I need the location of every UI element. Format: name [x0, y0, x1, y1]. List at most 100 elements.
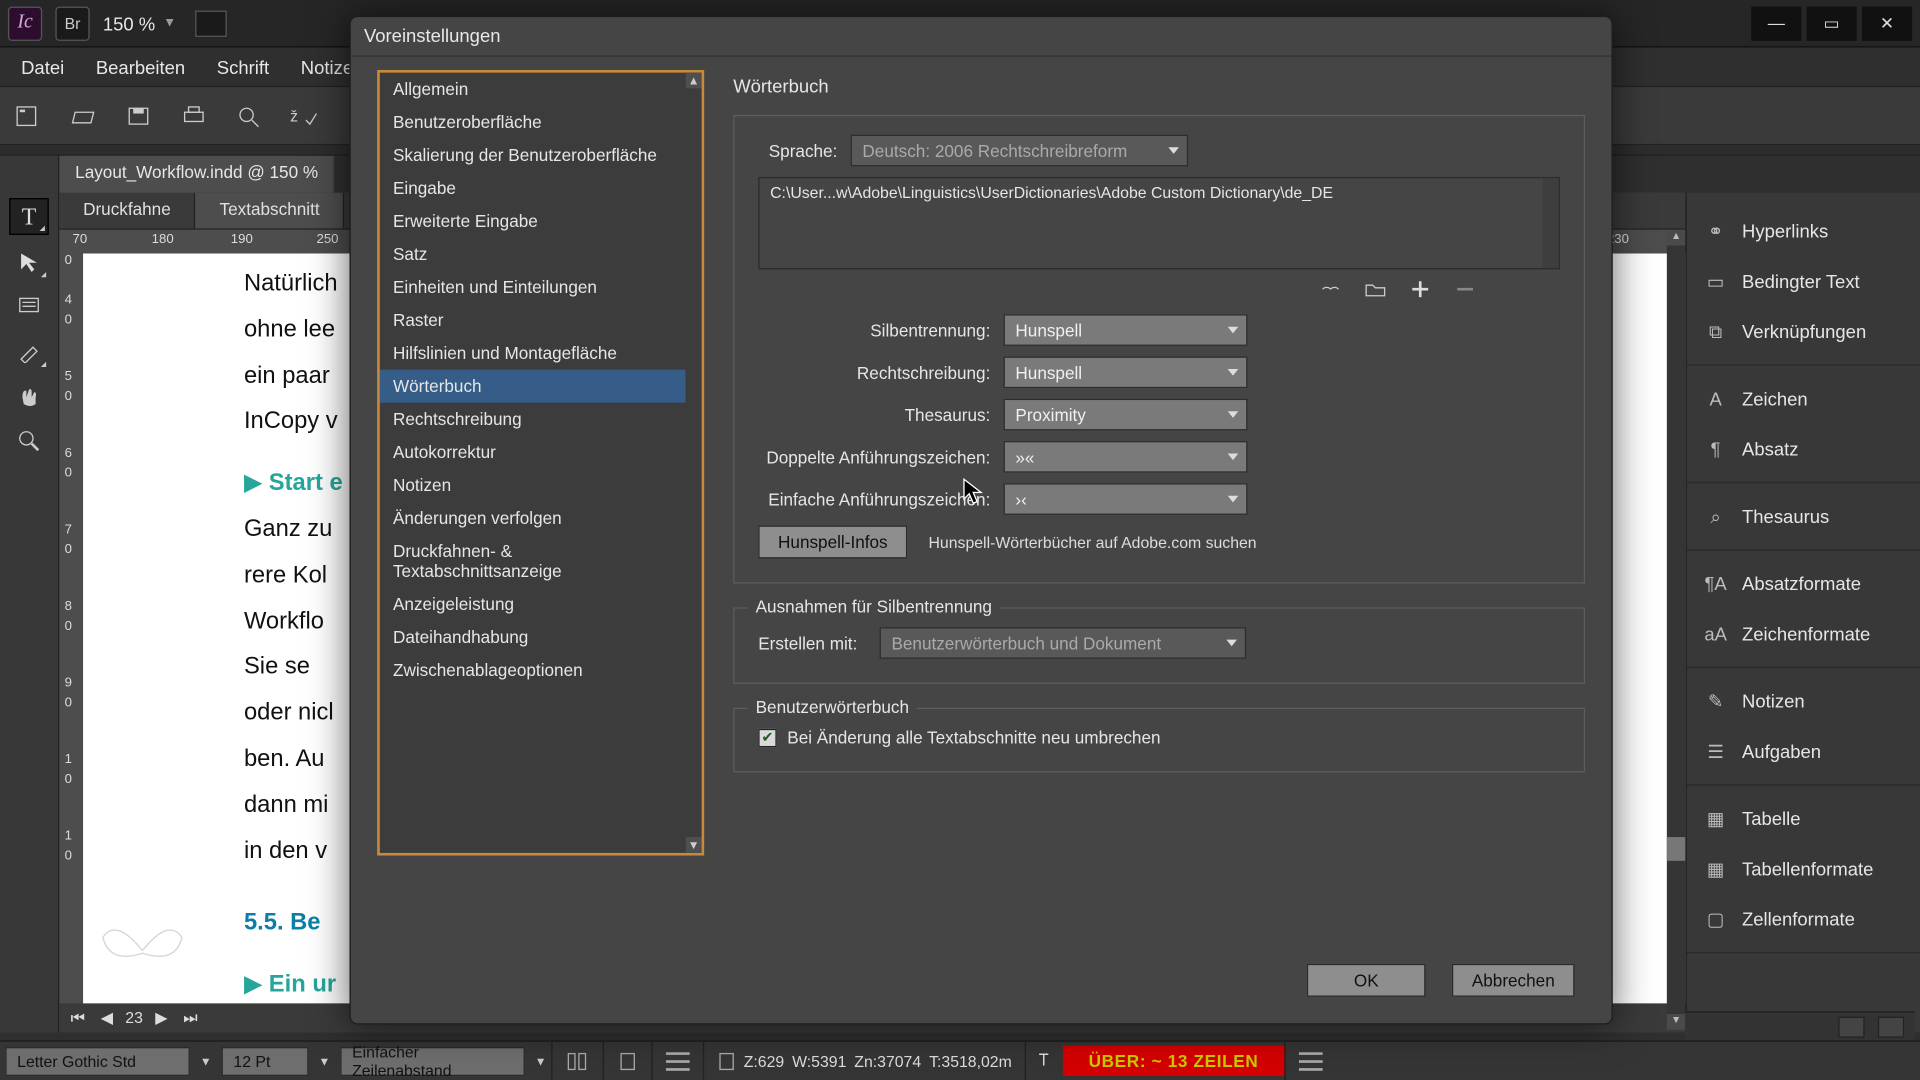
panel-assignments[interactable]: ☰Aufgaben	[1687, 726, 1920, 776]
new-icon[interactable]	[13, 102, 42, 128]
language-dropdown[interactable]: Deutsch: 2006 Rechtschreibreform	[851, 135, 1189, 167]
panel-character-styles[interactable]: aAZeichenformate	[1687, 609, 1920, 659]
scroll-down-arrow-icon[interactable]: ▼	[686, 837, 702, 853]
remove-icon[interactable]	[1452, 277, 1478, 301]
preferences-category-item[interactable]: Änderungen verfolgen	[380, 502, 686, 535]
preferences-category-item[interactable]: Allgemein	[380, 73, 686, 106]
view-tab-druckfahne[interactable]: Druckfahne	[59, 193, 195, 229]
save-icon[interactable]	[124, 102, 153, 128]
scroll-up-arrow-icon[interactable]: ▲	[1667, 230, 1685, 246]
leading-select[interactable]: Einfacher Zeilenabstand	[340, 1046, 525, 1075]
menu-bearbeiten[interactable]: Bearbeiten	[80, 51, 201, 83]
eyedropper-tool-icon[interactable]	[9, 333, 49, 370]
cancel-button[interactable]: Abbrechen	[1452, 964, 1574, 997]
next-page-icon[interactable]: ▶	[151, 1009, 172, 1027]
dictionary-path-entry[interactable]: C:\User...w\Adobe\Linguistics\UserDictio…	[760, 178, 1559, 207]
bridge-icon[interactable]: Br	[55, 6, 89, 40]
scroll-thumb[interactable]	[1667, 837, 1685, 861]
justify-icon[interactable]	[666, 1052, 690, 1070]
single-quotes-dropdown[interactable]: ›‹	[1004, 483, 1248, 515]
print-icon[interactable]	[179, 102, 208, 128]
hunspell-info-button[interactable]: Hunspell-Infos	[758, 525, 907, 558]
last-page-icon[interactable]: ⏭	[180, 1008, 201, 1028]
type-tool-icon[interactable]: T	[9, 198, 49, 235]
preferences-category-item[interactable]: Satz	[380, 238, 686, 271]
menu-icon[interactable]	[1299, 1052, 1323, 1070]
panel-hyperlinks[interactable]: ⚭Hyperlinks	[1687, 206, 1920, 256]
text-cursor-icon[interactable]: Ꭲ	[1025, 1042, 1062, 1080]
hunspell-link[interactable]: Hunspell-Wörterbücher auf Adobe.com such…	[929, 533, 1257, 551]
scroll-up-arrow-icon[interactable]: ▲	[686, 73, 702, 89]
screen-mode-icon[interactable]	[195, 10, 227, 36]
zoom-tool-icon[interactable]	[9, 422, 49, 459]
font-size-select[interactable]: 12 Pt	[222, 1046, 309, 1075]
zoom-level[interactable]: 150 % ▼	[103, 13, 176, 34]
double-quotes-dropdown[interactable]: »«	[1004, 441, 1248, 473]
search-icon[interactable]	[235, 102, 264, 128]
preferences-category-item[interactable]: Skalierung der Benutzeroberfläche	[380, 139, 686, 172]
preferences-category-item[interactable]: Dateihandhabung	[380, 621, 686, 654]
view-tab-textabschnitt[interactable]: Textabschnitt	[196, 193, 345, 229]
preferences-category-item[interactable]: Druckfahnen- & Textabschnittsanzeige	[380, 535, 686, 588]
close-button[interactable]: ✕	[1862, 6, 1912, 40]
thesaurus-dropdown[interactable]: Proximity	[1004, 399, 1248, 431]
panel-thesaurus[interactable]: ⌕Thesaurus	[1687, 491, 1920, 541]
panel-table-styles[interactable]: ▦Tabellenformate	[1687, 844, 1920, 894]
preferences-category-item[interactable]: Benutzeroberfläche	[380, 106, 686, 139]
view-mode-2-icon[interactable]	[1878, 1016, 1904, 1037]
minimize-button[interactable]: —	[1751, 6, 1801, 40]
open-icon[interactable]	[69, 102, 98, 128]
ok-button[interactable]: OK	[1307, 964, 1426, 997]
page-number[interactable]: 23	[125, 1009, 143, 1027]
category-scrollbar[interactable]: ▲ ▼	[686, 73, 702, 853]
preferences-category-item[interactable]: Einheiten und Einteilungen	[380, 271, 686, 304]
compose-with-dropdown[interactable]: Benutzerwörterbuch und Dokument	[880, 627, 1247, 659]
dictionary-path-list[interactable]: C:\User...w\Adobe\Linguistics\UserDictio…	[758, 177, 1560, 269]
document-tab[interactable]: Layout_Workflow.indd @ 150 %	[59, 156, 335, 193]
font-family-select[interactable]: Letter Gothic Std	[5, 1046, 190, 1075]
menu-datei[interactable]: Datei	[5, 51, 80, 83]
folder-icon[interactable]	[1362, 277, 1388, 301]
column-icon[interactable]	[551, 1042, 602, 1080]
preferences-category-item[interactable]: Rechtschreibung	[380, 403, 686, 436]
note-tool-icon[interactable]	[9, 288, 49, 325]
view-mode-1-icon[interactable]	[1838, 1016, 1864, 1037]
panel-notes[interactable]: ✎Notizen	[1687, 676, 1920, 726]
panel-conditional-text[interactable]: ▭Bedingter Text	[1687, 256, 1920, 306]
spellcheck-icon[interactable]: ž	[290, 102, 319, 128]
hyphenation-dropdown[interactable]: Hunspell	[1004, 314, 1248, 346]
preferences-category-item[interactable]: Anzeigeleistung	[380, 588, 686, 621]
position-tool-icon[interactable]	[9, 243, 49, 280]
panel-paragraph[interactable]: ¶Absatz	[1687, 424, 1920, 474]
panel-table[interactable]: ▦Tabelle	[1687, 794, 1920, 844]
preferences-category-item[interactable]: Wörterbuch	[380, 370, 686, 403]
single-column-icon[interactable]	[603, 1042, 652, 1080]
path-scrollbar[interactable]	[1543, 178, 1559, 268]
panel-label: Tabelle	[1742, 808, 1801, 829]
menu-schrift[interactable]: Schrift	[201, 51, 285, 83]
add-icon[interactable]	[1407, 277, 1433, 301]
dialog-title[interactable]: Voreinstellungen	[351, 17, 1612, 57]
panel-paragraph-styles[interactable]: ¶AAbsatzformate	[1687, 558, 1920, 608]
scroll-down-arrow-icon[interactable]: ▼	[1667, 1014, 1685, 1030]
preferences-category-item[interactable]: Erweiterte Eingabe	[380, 205, 686, 238]
first-page-icon[interactable]: ⏮	[67, 1008, 88, 1028]
preferences-category-item[interactable]: Autokorrektur	[380, 436, 686, 469]
preferences-category-item[interactable]: Notizen	[380, 469, 686, 502]
panel-character[interactable]: AZeichen	[1687, 374, 1920, 424]
panel-cell-styles[interactable]: ▢Zellenformate	[1687, 894, 1920, 944]
panel-links[interactable]: ⧉Verknüpfungen	[1687, 306, 1920, 356]
spelling-dropdown[interactable]: Hunspell	[1004, 356, 1248, 388]
prev-page-icon[interactable]: ◀	[96, 1009, 117, 1027]
relink-icon[interactable]	[1317, 277, 1343, 301]
preferences-category-item[interactable]: Raster	[380, 304, 686, 337]
recompose-checkbox[interactable]: ✔ Bei Änderung alle Textabschnitte neu u…	[758, 727, 1560, 747]
language-label: Sprache:	[758, 141, 850, 161]
maximize-button[interactable]: ▭	[1807, 6, 1857, 40]
preferences-category-item[interactable]: Zwischenablageoptionen	[380, 654, 686, 687]
vertical-scrollbar[interactable]: ▲ ▼	[1667, 230, 1685, 1030]
preferences-category-item[interactable]: Eingabe	[380, 172, 686, 205]
hand-tool-icon[interactable]	[9, 378, 49, 415]
preferences-category-item[interactable]: Hilfslinien und Montagefläche	[380, 337, 686, 370]
hyperlink-icon: ⚭	[1702, 219, 1728, 243]
